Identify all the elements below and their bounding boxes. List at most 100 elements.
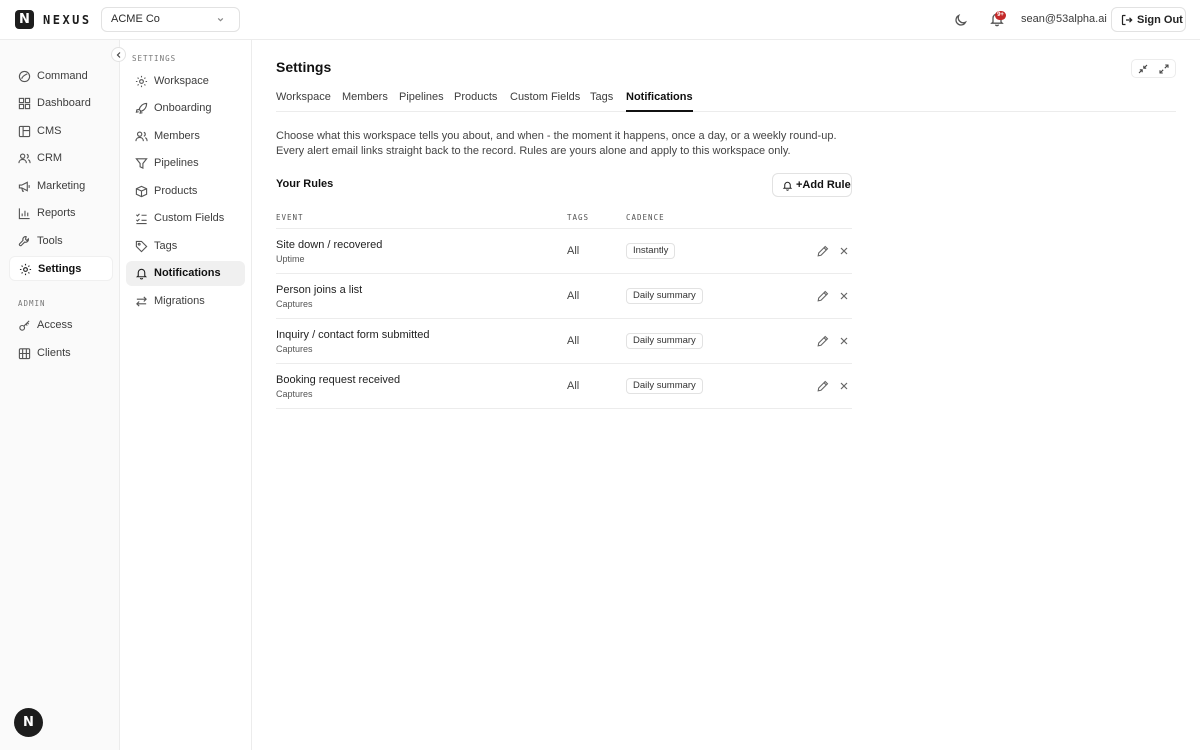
subnav-item-label: Onboarding: [154, 102, 212, 114]
sidebar-item-command[interactable]: Command: [9, 64, 113, 89]
workspace-select[interactable]: ACME Co: [101, 7, 240, 32]
bell-plus-icon: [782, 181, 793, 191]
add-rule-label: +Add Rule: [796, 179, 851, 191]
maximize-icon[interactable]: [1159, 64, 1169, 74]
rules-section-title: Your Rules: [276, 178, 334, 190]
edit-icon[interactable]: [817, 245, 829, 257]
sidebar-item-label: CRM: [37, 152, 63, 164]
rule-source: Captures: [276, 344, 313, 354]
column-header-cadence: CADENCE: [626, 213, 665, 222]
subnav-item-custom-fields[interactable]: Custom Fields: [126, 206, 245, 231]
edit-icon[interactable]: [817, 290, 829, 302]
building-icon: [18, 348, 31, 360]
page-title: Settings: [276, 59, 332, 75]
subnav-item-label: Workspace: [154, 75, 209, 87]
subnav-item-products[interactable]: Products: [126, 179, 245, 204]
minimize-icon[interactable]: [1138, 64, 1148, 74]
avatar[interactable]: N: [14, 708, 43, 737]
sidebar-item-dashboard[interactable]: Dashboard: [9, 91, 113, 116]
tab-products[interactable]: Products: [454, 91, 497, 112]
sidebar-item-marketing[interactable]: Marketing: [9, 174, 113, 199]
users-icon: [135, 131, 148, 142]
subnav-item-workspace[interactable]: Workspace: [126, 69, 245, 94]
sidebar-item-crm[interactable]: CRM: [9, 146, 113, 171]
tab-pipelines[interactable]: Pipelines: [399, 91, 444, 112]
sidebar-item-label: Command: [37, 70, 88, 82]
subnav-item-label: Notifications: [154, 267, 221, 279]
bar-chart-icon: [18, 208, 30, 220]
rule-event: Person joins a list: [276, 284, 363, 296]
gear-icon: [135, 75, 148, 88]
rule-source: Captures: [276, 299, 313, 309]
tab-notifications[interactable]: Notifications: [626, 91, 693, 112]
log-out-icon: [1121, 14, 1133, 26]
sidebar-item-tools[interactable]: Tools: [9, 229, 113, 254]
sidebar-item-reports[interactable]: Reports: [9, 201, 113, 226]
subnav-item-label: Custom Fields: [154, 212, 225, 224]
subnav-item-label: Pipelines: [154, 157, 199, 169]
subnav-item-label: Migrations: [154, 295, 205, 307]
subnav-item-label: Tags: [154, 240, 178, 252]
rule-tags: All: [567, 245, 580, 257]
subnav-section-label: SETTINGS: [132, 54, 177, 63]
table-row: Booking request received Captures All Da…: [276, 364, 852, 409]
subnav-item-onboarding[interactable]: Onboarding: [126, 96, 245, 121]
rule-source: Uptime: [276, 254, 305, 264]
logo-mark: N: [15, 10, 34, 29]
sidebar-item-access[interactable]: Access: [9, 313, 113, 338]
edit-icon[interactable]: [817, 335, 829, 347]
cadence-badge: Daily summary: [626, 378, 703, 394]
sidebar-item-cms[interactable]: CMS: [9, 119, 113, 144]
sidebar-item-clients[interactable]: Clients: [9, 341, 113, 366]
arrows-swap-icon: [136, 296, 147, 307]
rocket-icon: [135, 102, 148, 114]
sign-out-label: Sign Out: [1137, 14, 1183, 26]
rule-source: Captures: [276, 389, 313, 399]
subnav-item-migrations[interactable]: Migrations: [126, 289, 245, 314]
table-row: Person joins a list Captures All Daily s…: [276, 274, 852, 319]
rule-event: Site down / recovered: [276, 239, 383, 251]
collapse-sidebar-button[interactable]: [111, 47, 126, 62]
subnav-item-members[interactable]: Members: [126, 124, 245, 149]
table-row: Site down / recovered Uptime All Instant…: [276, 229, 852, 274]
moon-icon[interactable]: [953, 12, 969, 28]
table-row: Inquiry / contact form submitted Capture…: [276, 319, 852, 364]
sidebar-item-label: CMS: [37, 125, 62, 137]
close-icon[interactable]: [839, 291, 849, 301]
sidebar-item-label: Marketing: [37, 180, 86, 192]
subnav-item-notifications[interactable]: Notifications: [126, 261, 245, 286]
sidebar-item-settings[interactable]: Settings: [9, 256, 113, 281]
tab-custom-fields[interactable]: Custom Fields: [510, 91, 580, 112]
sign-out-button[interactable]: Sign Out: [1111, 7, 1186, 32]
close-icon[interactable]: [839, 336, 849, 346]
sidebar-item-label: Dashboard: [37, 97, 91, 109]
close-icon[interactable]: [839, 246, 849, 256]
subnav-item-tags[interactable]: Tags: [126, 234, 245, 259]
key-icon: [19, 320, 30, 331]
cms-icon: [18, 125, 31, 138]
package-icon: [135, 185, 148, 198]
close-icon[interactable]: [839, 381, 849, 391]
tab-tags[interactable]: Tags: [590, 91, 613, 112]
megaphone-icon: [18, 181, 30, 192]
notification-count-badge: 9+: [995, 11, 1006, 20]
cadence-badge: Daily summary: [626, 288, 703, 304]
tag-icon: [135, 240, 148, 253]
dashboard-icon: [18, 97, 31, 110]
rule-tags: All: [567, 380, 580, 392]
chevron-down-icon: [217, 17, 224, 22]
sidebar-item-label: Settings: [38, 263, 82, 275]
tab-workspace[interactable]: Workspace: [276, 91, 331, 112]
users-icon: [18, 153, 31, 164]
gear-icon: [19, 263, 32, 276]
settings-tabs: Workspace Members Pipelines Products Cus…: [276, 89, 1176, 112]
subnav-item-pipelines[interactable]: Pipelines: [126, 151, 245, 176]
edit-icon[interactable]: [817, 380, 829, 392]
funnel-icon: [135, 158, 148, 170]
tab-members[interactable]: Members: [342, 91, 388, 112]
chevron-left-icon: [116, 52, 121, 58]
top-bar: N NEXUS ACME Co 9+ sean@53alpha.ai Sign …: [0, 0, 1200, 40]
column-header-tags: TAGS: [567, 213, 590, 222]
cadence-badge: Instantly: [626, 243, 676, 259]
add-rule-button[interactable]: +Add Rule: [772, 173, 852, 197]
